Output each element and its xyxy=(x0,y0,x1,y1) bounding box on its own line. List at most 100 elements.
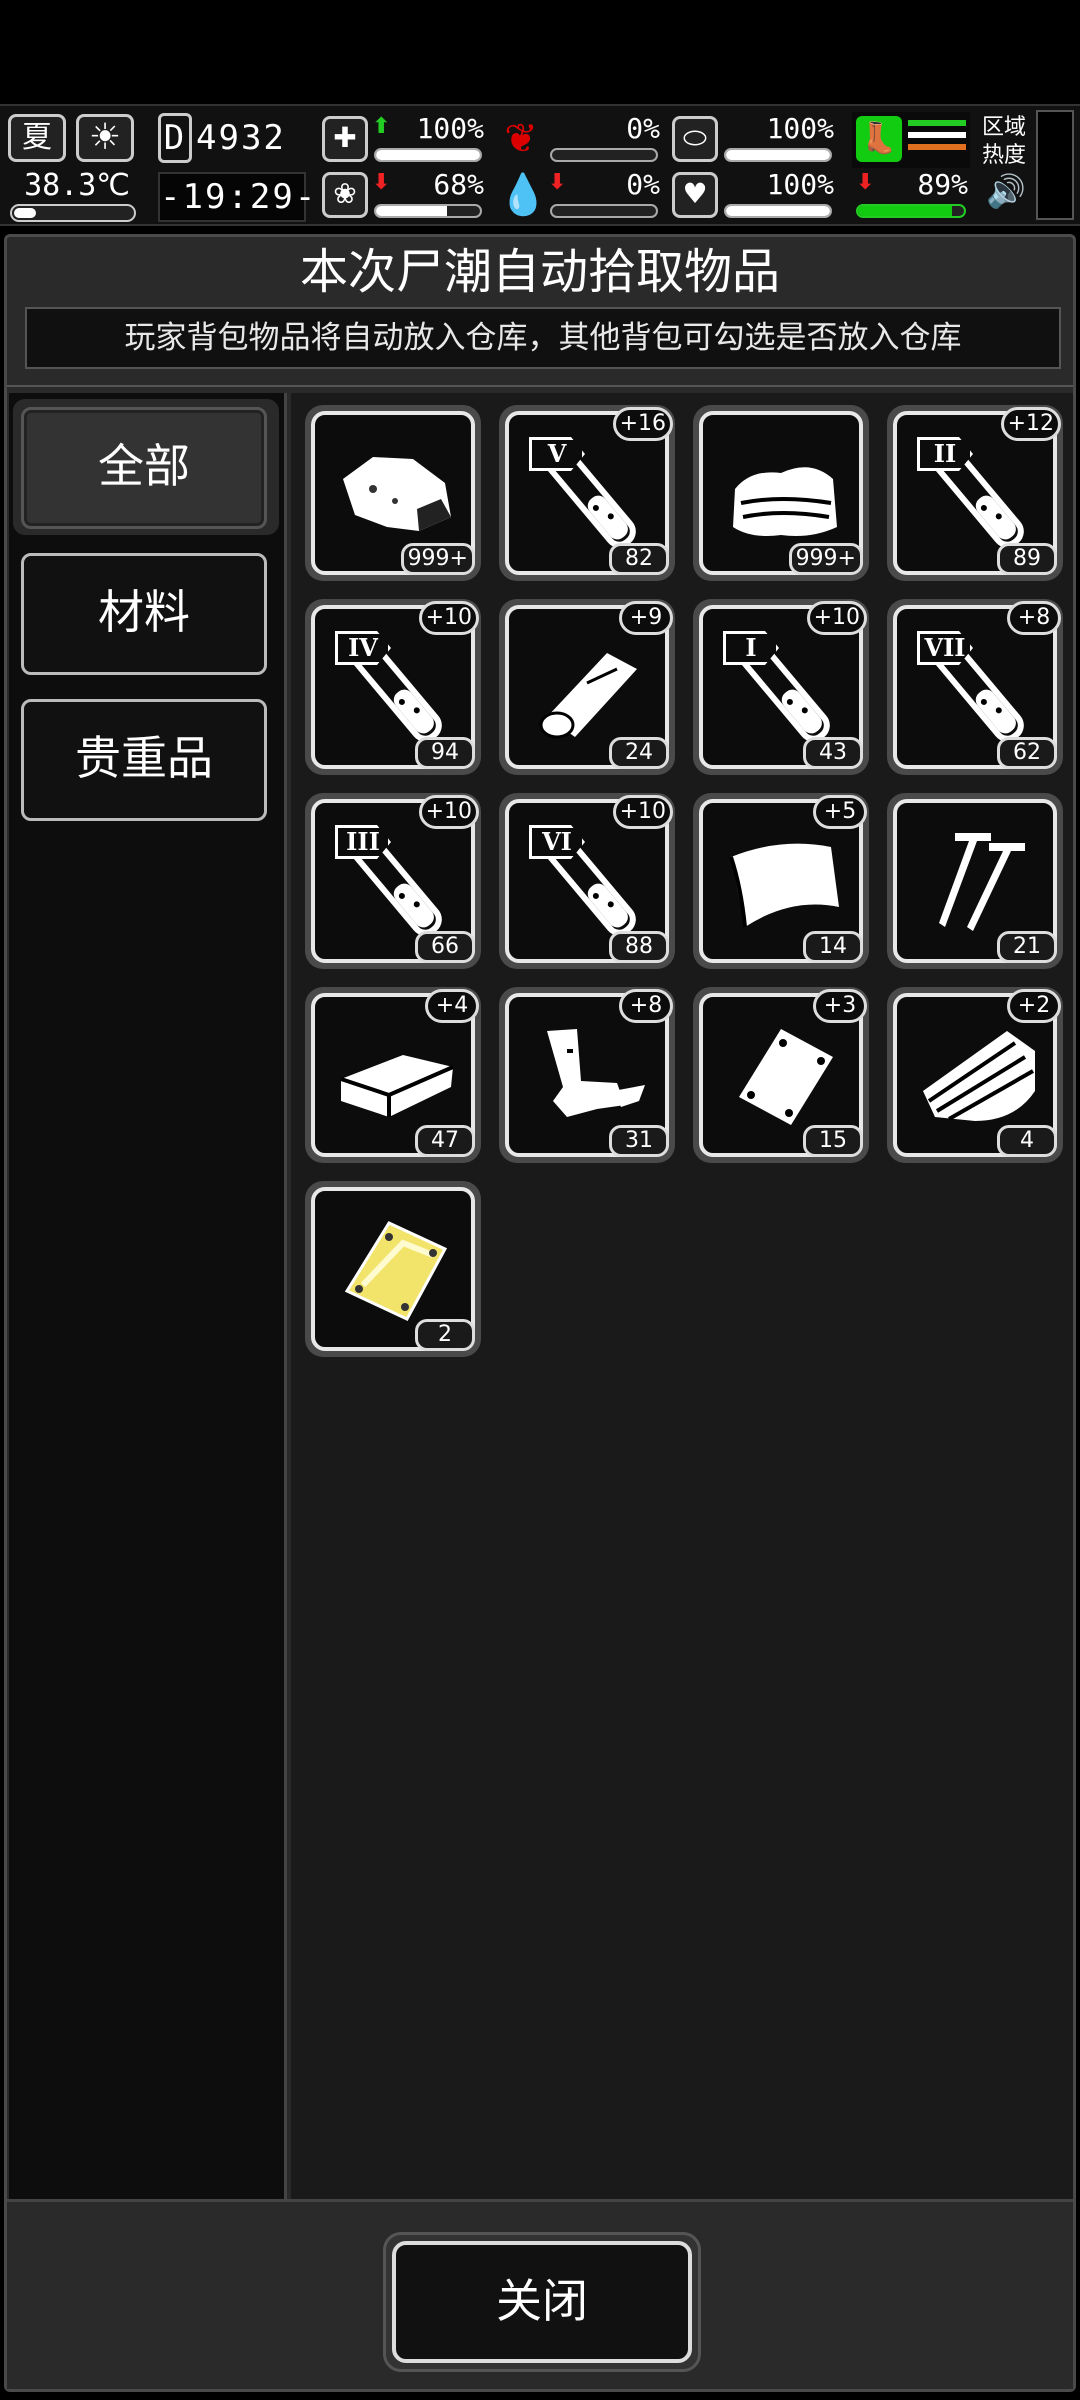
item-slot[interactable]: +8 31 xyxy=(499,987,675,1163)
stat-value: 68% xyxy=(433,168,484,201)
item-slot[interactable]: V +16 82 xyxy=(499,405,675,581)
bonus-badge: +10 xyxy=(418,601,479,635)
heart-icon: ♥ xyxy=(672,172,718,218)
item-slot[interactable]: +2 4 xyxy=(887,987,1063,1163)
bonus-badge: +9 xyxy=(619,601,673,635)
bonus-badge: +8 xyxy=(1007,601,1061,635)
close-button-frame: 关闭 xyxy=(383,2232,701,2372)
stat-bar xyxy=(724,148,832,162)
scrap-metal-icon xyxy=(527,1021,655,1131)
item-slot[interactable]: 2 xyxy=(305,1181,481,1357)
stamina-bar xyxy=(856,204,966,218)
item-count: 82 xyxy=(609,543,669,575)
item-slot[interactable]: VII +8 62 xyxy=(887,599,1063,775)
stat-value: 100% xyxy=(416,112,484,145)
stat-bar xyxy=(550,204,658,218)
category-sidebar: 全部 材料 贵重品 xyxy=(9,393,287,2199)
item-count: 88 xyxy=(609,931,669,963)
medkit-icon: ✚ xyxy=(322,116,368,162)
item-slot[interactable]: IV +10 94 xyxy=(305,599,481,775)
item-count: 43 xyxy=(803,737,863,769)
item-slot[interactable]: I +10 43 xyxy=(693,599,869,775)
survival-hud: 夏 ☀ 38.3℃ D 4932 -19:29- ✚ ⬆ 100% ❦ 0% ⬭ 100% ❀ ⬇… xyxy=(0,104,1080,226)
stat-bar xyxy=(724,204,832,218)
trend-arrow-icon: ⬇ xyxy=(372,170,391,195)
stomach-icon: ❦ xyxy=(504,116,538,162)
item-count: 66 xyxy=(415,931,475,963)
item-slot[interactable]: VI +10 88 xyxy=(499,793,675,969)
item-slot[interactable]: 21 xyxy=(887,793,1063,969)
medkit-stat: ✚ ⬆ 100% xyxy=(322,112,488,164)
item-count: 21 xyxy=(997,931,1057,963)
steel-plate-icon xyxy=(721,1021,849,1131)
item-count: 47 xyxy=(415,1125,475,1157)
stamina-stat: ⬇ 89% xyxy=(852,168,972,220)
item-slot[interactable]: III +10 66 xyxy=(305,793,481,969)
pill-stat: ⬭ 100% xyxy=(672,112,838,164)
wood-log-icon xyxy=(527,633,655,743)
bonus-badge: +4 xyxy=(425,989,479,1023)
temperature-gauge xyxy=(10,204,136,222)
speaker-icon[interactable]: 🔊 xyxy=(986,172,1026,210)
tab-materials[interactable]: 材料 xyxy=(21,553,267,675)
item-count: 24 xyxy=(609,737,669,769)
trend-arrow-icon: ⬇ xyxy=(548,170,567,195)
bonus-badge: +8 xyxy=(619,989,673,1023)
item-slot[interactable]: +5 14 xyxy=(693,793,869,969)
item-count: 2 xyxy=(415,1319,475,1351)
bonus-badge: +2 xyxy=(1007,989,1061,1023)
item-slot[interactable]: 999+ xyxy=(693,405,869,581)
raw-meat-icon xyxy=(333,439,461,549)
system-status-strip xyxy=(0,0,1080,104)
bonus-badge: +5 xyxy=(813,795,867,829)
bonus-badge: +10 xyxy=(806,601,867,635)
item-slot[interactable]: +4 47 xyxy=(305,987,481,1163)
cloth-icon xyxy=(721,439,849,549)
item-count: 4 xyxy=(997,1125,1057,1157)
brain-icon: ❀ xyxy=(322,172,368,218)
stat-bar xyxy=(374,148,482,162)
auto-loot-dialog: 本次尸潮自动拾取物品 玩家背包物品将自动放入仓库，其他背包可勾选是否放入仓库 全… xyxy=(4,234,1076,2392)
stat-bar xyxy=(374,204,482,218)
stomach-stat: ❦ 0% xyxy=(498,112,664,164)
day-icon: D xyxy=(158,113,192,163)
stamina-value: 89% xyxy=(917,168,968,201)
item-count: 999+ xyxy=(788,543,863,575)
item-slot[interactable]: +3 15 xyxy=(693,987,869,1163)
blood-drop-stat: 💧 ⬇ 0% xyxy=(498,168,664,220)
tab-valuables[interactable]: 贵重品 xyxy=(21,699,267,821)
bonus-badge: +3 xyxy=(813,989,867,1023)
stat-value: 100% xyxy=(766,168,834,201)
day-value: 4932 xyxy=(196,118,286,158)
blood-drop-icon: 💧 xyxy=(498,172,548,218)
plastic-sheet-icon xyxy=(721,827,849,937)
heart-stat: ♥ 100% xyxy=(672,168,838,220)
item-slot[interactable]: +9 24 xyxy=(499,599,675,775)
stat-value: 0% xyxy=(626,168,660,201)
sun-icon: ☀ xyxy=(76,114,134,162)
close-button[interactable]: 关闭 xyxy=(392,2241,692,2363)
gold-plate-icon xyxy=(333,1215,461,1325)
item-count: 999+ xyxy=(400,543,475,575)
day-counter: D 4932 xyxy=(158,110,298,168)
stat-bar xyxy=(550,148,658,162)
dialog-subtitle: 玩家背包物品将自动放入仓库，其他背包可勾选是否放入仓库 xyxy=(25,307,1061,369)
brain-stat: ❀ ⬇ 68% xyxy=(322,168,488,220)
leg-icon: 👢 xyxy=(856,116,902,162)
stamina-trend-icon: ⬇ xyxy=(856,170,875,195)
dialog-footer: 关闭 xyxy=(7,2199,1073,2389)
item-count: 15 xyxy=(803,1125,863,1157)
tab-all[interactable]: 全部 xyxy=(21,407,267,529)
item-count: 94 xyxy=(415,737,475,769)
item-count: 89 xyxy=(997,543,1057,575)
item-slot[interactable]: II +12 89 xyxy=(887,405,1063,581)
item-grid: 999+ V +16 82 999+ II +12 89 IV +10 94 +9 24 I +10 43 VI… xyxy=(291,393,1073,2199)
bonus-badge: +12 xyxy=(1000,407,1061,441)
stat-value: 0% xyxy=(626,112,660,145)
item-count: 62 xyxy=(997,737,1057,769)
pill-icon: ⬭ xyxy=(672,116,718,162)
bonus-badge: +10 xyxy=(418,795,479,829)
stat-value: 100% xyxy=(766,112,834,145)
leg-status: 👢 xyxy=(852,112,970,168)
item-slot[interactable]: 999+ xyxy=(305,405,481,581)
